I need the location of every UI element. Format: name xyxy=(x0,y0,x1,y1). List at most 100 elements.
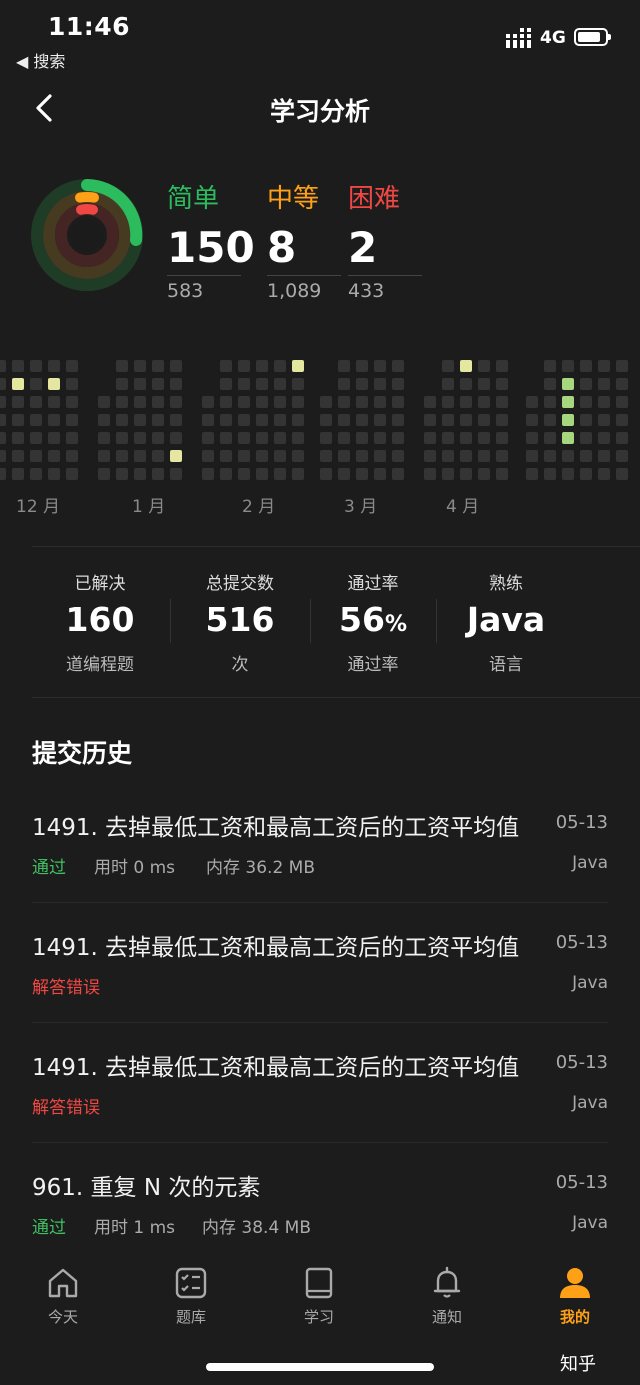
heatmap-cell xyxy=(66,432,78,444)
heatmap-cell xyxy=(544,432,556,444)
heatmap-cell xyxy=(0,432,6,444)
checklist-icon xyxy=(175,1267,207,1299)
heatmap-cell xyxy=(274,468,286,480)
heatmap-cell xyxy=(374,414,386,426)
submission-title: 1491. 去掉最低工资和最高工资后的工资平均值 xyxy=(32,935,520,961)
heatmap-cell xyxy=(134,468,146,480)
heatmap-cell xyxy=(616,360,628,372)
easy-label: 简单 xyxy=(167,184,220,214)
heatmap-cell xyxy=(0,378,6,390)
heatmap-cell-active xyxy=(562,378,574,390)
battery-icon xyxy=(574,28,611,46)
heatmap-cell xyxy=(598,432,610,444)
submission-heatmap xyxy=(0,360,628,480)
heatmap-cell xyxy=(238,468,250,480)
heatmap-cell xyxy=(460,450,472,462)
heatmap-cell xyxy=(238,396,250,408)
stat-value: 516 xyxy=(205,600,275,639)
heatmap-cell xyxy=(202,432,214,444)
heatmap-cell xyxy=(48,396,60,408)
back-to-search-link[interactable]: ◀ 搜索 xyxy=(16,48,65,72)
heatmap-cell xyxy=(152,450,164,462)
heatmap-cell xyxy=(274,378,286,390)
heatmap-cell xyxy=(0,450,6,462)
page-title: 学习分析 xyxy=(269,97,370,126)
submission-date: 05-13 xyxy=(555,1172,608,1193)
heatmap-cell-active xyxy=(170,450,182,462)
month-label: 3 月 xyxy=(344,497,378,517)
heatmap-cell xyxy=(30,432,42,444)
submission-language: Java xyxy=(572,1213,608,1233)
tab-problems[interactable]: 题库 xyxy=(146,1266,236,1327)
heatmap-cell xyxy=(598,414,610,426)
heatmap-cell xyxy=(292,450,304,462)
heatmap-cell xyxy=(442,378,454,390)
tab-notifications[interactable]: 通知 xyxy=(402,1266,492,1327)
tab-today[interactable]: 今天 xyxy=(18,1266,108,1327)
heatmap-cell xyxy=(392,396,404,408)
heatmap-cell xyxy=(526,468,538,480)
stat-submissions: 总提交数 516 次 xyxy=(172,547,308,675)
heatmap-cell xyxy=(442,468,454,480)
heatmap-cell xyxy=(320,432,332,444)
stats-summary: 已解决 160 道编程题 总提交数 516 次 通过率 56% 通过率 熟练 J… xyxy=(32,546,640,698)
heatmap-cell xyxy=(0,396,6,408)
tab-learn[interactable]: 学习 xyxy=(274,1266,364,1327)
stat-sub: 通过率 xyxy=(347,655,399,676)
heatmap-cell xyxy=(238,432,250,444)
heatmap-cell xyxy=(460,432,472,444)
difficulty-hard: 困难 2 433 xyxy=(348,178,422,302)
heatmap-cell xyxy=(116,450,128,462)
tab-me[interactable]: 我的 xyxy=(530,1266,620,1327)
heatmap-cell xyxy=(170,414,182,426)
submission-title: 1491. 去掉最低工资和最高工资后的工资平均值 xyxy=(32,815,520,841)
heatmap-cell xyxy=(562,360,574,372)
submission-item[interactable]: 1491. 去掉最低工资和最高工资后的工资平均值 05-13 解答错误 Java xyxy=(32,928,608,1048)
stat-sub: 次 xyxy=(231,655,249,676)
heatmap-cell xyxy=(30,378,42,390)
heatmap-cell xyxy=(116,378,128,390)
heatmap-cell xyxy=(134,414,146,426)
submission-item[interactable]: 1491. 去掉最低工资和最高工资后的工资平均值 05-13 解答错误 Java xyxy=(32,1048,608,1168)
heatmap-cell xyxy=(442,432,454,444)
stat-sub: 语言 xyxy=(489,655,523,676)
heatmap-cell xyxy=(274,360,286,372)
stat-title: 熟练 xyxy=(489,574,523,594)
hard-total: 433 xyxy=(348,280,385,302)
heatmap-cell xyxy=(374,450,386,462)
heatmap-cell xyxy=(338,414,350,426)
heatmap-cell xyxy=(356,414,368,426)
heatmap-cell xyxy=(170,360,182,372)
home-indicator[interactable] xyxy=(206,1363,434,1371)
tab-label: 今天 xyxy=(47,1308,78,1326)
medium-total: 1,089 xyxy=(267,280,322,302)
stat-sub: 道编程题 xyxy=(66,655,134,676)
heatmap-cell xyxy=(152,360,164,372)
heatmap-cell xyxy=(442,450,454,462)
month-label: 1 月 xyxy=(132,497,166,517)
heatmap-cell xyxy=(616,396,628,408)
heatmap-cell xyxy=(478,432,490,444)
stat-value: 160 xyxy=(65,600,135,639)
heatmap-cell xyxy=(66,450,78,462)
heatmap-cell xyxy=(238,360,250,372)
heatmap-cell xyxy=(356,468,368,480)
medium-divider xyxy=(267,275,341,276)
heatmap-cell xyxy=(580,378,592,390)
heatmap-cell xyxy=(496,414,508,426)
progress-ring xyxy=(31,179,143,291)
heatmap-cell xyxy=(338,468,350,480)
stat-pass-rate: 通过率 56% 通过率 xyxy=(308,547,438,675)
heatmap-cell xyxy=(478,378,490,390)
heatmap-cell xyxy=(580,450,592,462)
submission-item[interactable]: 1491. 去掉最低工资和最高工资后的工资平均值 05-13 通过 用时 0 m… xyxy=(32,808,608,928)
user-icon xyxy=(560,1268,590,1298)
heatmap-cell xyxy=(616,378,628,390)
heatmap-cell xyxy=(442,414,454,426)
submission-language: Java xyxy=(572,853,608,873)
heatmap-cell xyxy=(544,396,556,408)
heatmap-cell xyxy=(170,396,182,408)
heatmap-cell xyxy=(392,450,404,462)
heatmap-cell xyxy=(66,378,78,390)
month-label: 4 月 xyxy=(446,497,480,517)
